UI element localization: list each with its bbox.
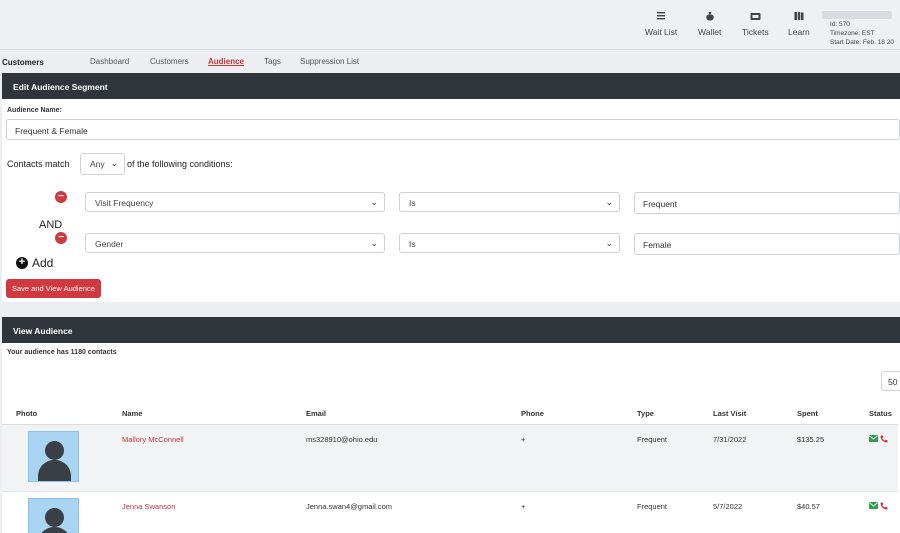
audience-name-input[interactable]: Frequent & Female: [6, 119, 900, 140]
edit-audience-panel: Edit Audience Segment Audience Name: Fre…: [2, 73, 900, 302]
table-row[interactable]: Jenna Swanson Jenna.swan4@gmail.com + Fr…: [2, 491, 898, 533]
top-bar: Wait List Wallet Tickets Learn Id: 570 T…: [0, 0, 900, 50]
col-name[interactable]: Name: [108, 403, 292, 425]
account-id: Id: 570: [830, 21, 850, 28]
condition-field-select[interactable]: Visit Frequency ⌄: [85, 192, 385, 212]
nav-tickets-label: Tickets: [742, 27, 769, 37]
chevron-down-icon: ⌄: [370, 197, 378, 207]
spent-cell: $135.25: [783, 424, 855, 492]
last-visit-cell: 5/7/2022: [699, 491, 783, 533]
condition-operator-value: Is: [409, 198, 416, 208]
account-info: Id: 570 Timezone: EST Start Date: Feb. 1…: [830, 20, 894, 47]
audience-name-label: Audience Name:: [7, 107, 62, 114]
ticket-icon: [748, 10, 762, 22]
remove-condition-button[interactable]: −: [55, 191, 67, 203]
condition-value-input[interactable]: Female: [634, 233, 900, 255]
chevron-down-icon: ⌄: [110, 158, 118, 168]
save-view-audience-button[interactable]: Save and View Audience: [6, 279, 101, 298]
list-icon: [654, 10, 668, 22]
name-cell: Mallory McConnell: [108, 424, 292, 492]
condition-joiner: AND: [39, 219, 63, 231]
account-name-redacted: [822, 11, 892, 19]
tab-customers[interactable]: Customers: [150, 57, 189, 66]
col-status[interactable]: Status: [855, 403, 898, 425]
customer-name-link[interactable]: Mallory McConnell: [122, 435, 184, 444]
phone-cell: +: [507, 424, 623, 492]
account-timezone: Timezone: EST: [830, 30, 875, 37]
condition-value-input[interactable]: Frequent: [634, 192, 900, 214]
section-title: Customers: [2, 58, 44, 67]
phone-icon[interactable]: [880, 502, 888, 510]
condition-field-select[interactable]: Gender ⌄: [85, 233, 385, 253]
chevron-down-icon: ⌄: [605, 197, 613, 207]
condition-field-value: Gender: [95, 239, 124, 249]
view-audience-header: View Audience: [2, 317, 900, 343]
table-header-row: Photo Name Email Phone Type Last Visit S…: [2, 403, 898, 425]
avatar: [28, 497, 79, 533]
condition-field-value: Visit Frequency: [95, 198, 154, 208]
account-start-date: Start Date: Feb. 18 20: [830, 39, 894, 46]
col-photo: Photo: [2, 403, 108, 425]
remove-condition-button[interactable]: −: [55, 232, 67, 244]
status-cell: [855, 424, 898, 492]
tab-dashboard[interactable]: Dashboard: [90, 57, 129, 66]
col-spent[interactable]: Spent: [783, 403, 855, 425]
chevron-down-icon: ⌄: [605, 238, 613, 248]
email-cell: Jenna.swan4@gmail.com: [292, 491, 507, 533]
envelope-icon[interactable]: [869, 502, 878, 509]
plus-circle-icon: +: [16, 257, 28, 269]
audience-count-text: Your audience has 1180 contacts: [7, 349, 117, 356]
book-icon: [792, 10, 806, 22]
email-cell: ms328910@ohio.edu: [292, 424, 507, 492]
nav-wait-list[interactable]: Wait List: [645, 10, 677, 37]
nav-wallet-label: Wallet: [698, 27, 722, 37]
add-condition-button[interactable]: + Add: [16, 256, 53, 270]
condition-operator-select[interactable]: Is ⌄: [399, 192, 620, 212]
page-size-select[interactable]: 50: [881, 371, 900, 391]
nav-learn-label: Learn: [788, 27, 810, 37]
col-phone[interactable]: Phone: [507, 403, 623, 425]
photo-cell: [2, 491, 108, 533]
sub-nav: Customers Dashboard Customers Audience T…: [0, 50, 900, 72]
col-type[interactable]: Type: [623, 403, 699, 425]
type-cell: Frequent: [623, 424, 699, 492]
photo-cell: [2, 424, 108, 492]
tab-tags[interactable]: Tags: [264, 57, 281, 66]
add-condition-label: Add: [32, 256, 54, 270]
tab-audience[interactable]: Audience: [208, 57, 244, 66]
last-visit-cell: 7/31/2022: [699, 424, 783, 492]
spent-cell: $40.57: [783, 491, 855, 533]
tab-suppression-list[interactable]: Suppression List: [300, 57, 359, 66]
nav-wallet[interactable]: Wallet: [698, 10, 721, 37]
nav-tickets[interactable]: Tickets: [742, 10, 769, 37]
audience-table: Photo Name Email Phone Type Last Visit S…: [2, 403, 898, 533]
name-cell: Jenna Swanson: [108, 491, 292, 533]
phone-icon[interactable]: [880, 435, 888, 443]
match-suffix: of the following conditions:: [127, 159, 233, 169]
nav-learn[interactable]: Learn: [788, 10, 810, 37]
phone-cell: +: [507, 491, 623, 533]
type-cell: Frequent: [623, 491, 699, 533]
nav-wait-list-label: Wait List: [645, 27, 678, 37]
condition-operator-select[interactable]: Is ⌄: [399, 233, 620, 253]
minus-icon: −: [58, 191, 64, 202]
table-row[interactable]: Mallory McConnell ms328910@ohio.edu + Fr…: [2, 424, 898, 492]
customer-name-link[interactable]: Jenna Swanson: [122, 502, 175, 511]
money-bag-icon: [703, 10, 717, 22]
avatar: [28, 430, 79, 482]
envelope-icon[interactable]: [869, 435, 878, 442]
match-mode-value: Any: [90, 159, 105, 169]
edit-audience-header: Edit Audience Segment: [2, 73, 900, 99]
chevron-down-icon: ⌄: [370, 238, 378, 248]
col-email[interactable]: Email: [292, 403, 507, 425]
minus-icon: −: [58, 232, 64, 243]
status-cell: [855, 491, 898, 533]
col-last-visit[interactable]: Last Visit: [699, 403, 783, 425]
match-mode-select[interactable]: Any ⌄: [80, 153, 125, 175]
condition-operator-value: Is: [409, 239, 416, 249]
match-prefix: Contacts match: [7, 159, 70, 169]
